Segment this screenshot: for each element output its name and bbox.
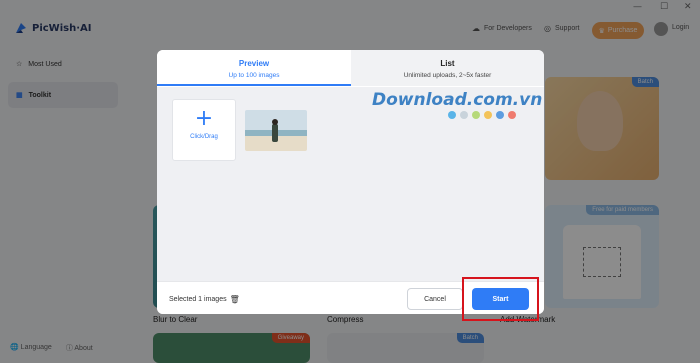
watermark-dot (496, 111, 504, 119)
watermark-text: Download.com.vn (372, 90, 543, 110)
plus-icon: + (194, 106, 214, 131)
watermark-dot (448, 111, 456, 119)
trash-icon[interactable]: 🗑 (230, 295, 240, 304)
watermark-dots (448, 111, 516, 119)
tab-preview[interactable]: Preview Up to 100 images (157, 50, 351, 86)
beach-photo (245, 110, 307, 151)
tab-list-subtitle: Unlimited uploads, 2~5x faster (403, 72, 492, 79)
tab-list-title: List (440, 59, 455, 68)
watermark-dot (472, 111, 480, 119)
highlight-box (462, 277, 539, 321)
selected-count: Selected 1 images 🗑 (169, 295, 240, 304)
image-thumbnail[interactable] (245, 110, 307, 151)
add-image-label: Click/Drag (190, 134, 218, 140)
cancel-button[interactable]: Cancel (407, 288, 463, 310)
selected-count-label: Selected 1 images (169, 296, 227, 303)
watermark-dot (508, 111, 516, 119)
tab-preview-title: Preview (238, 59, 270, 68)
tab-list[interactable]: List Unlimited uploads, 2~5x faster (351, 50, 544, 86)
watermark-dot (460, 111, 468, 119)
tab-preview-subtitle: Up to 100 images (228, 72, 280, 79)
add-image-button[interactable]: + Click/Drag (172, 99, 236, 161)
watermark-dot (484, 111, 492, 119)
